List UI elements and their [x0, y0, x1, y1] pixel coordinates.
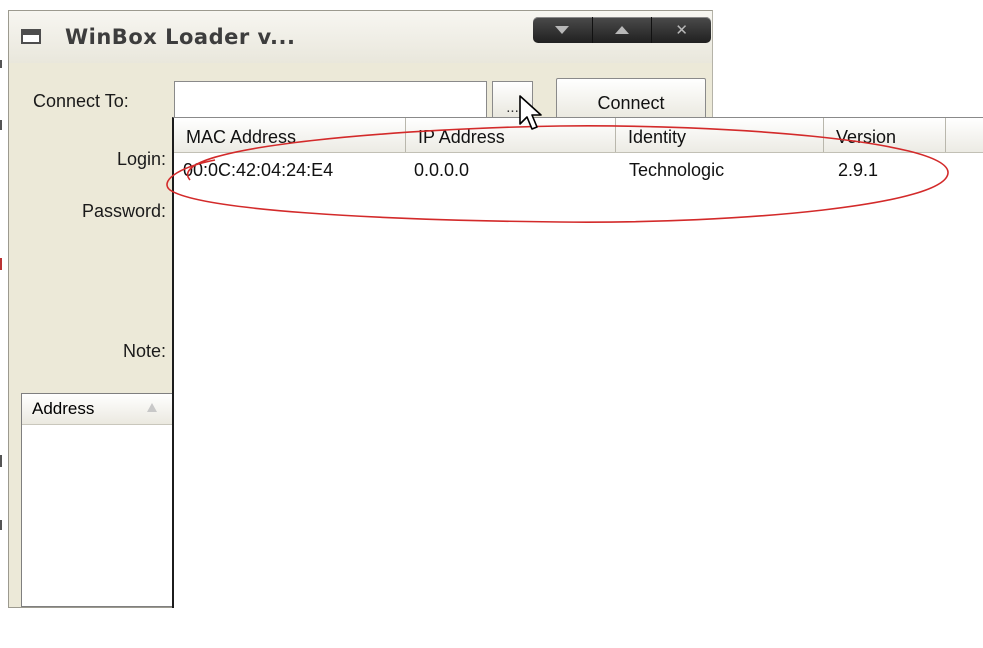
title-bar[interactable]: WinBox Loader v... ✕ — [9, 11, 712, 63]
minimize-icon — [555, 26, 570, 34]
column-header-ip-address[interactable]: IP Address — [406, 118, 616, 152]
column-header-version[interactable]: Version — [824, 118, 946, 152]
minimize-button[interactable] — [533, 17, 593, 43]
column-header-mac-address[interactable]: MAC Address — [174, 118, 406, 152]
column-header-identity[interactable]: Identity — [616, 118, 824, 152]
desktop-edge-mark — [0, 120, 2, 130]
password-label: Password: — [81, 201, 166, 221]
sort-ascending-icon — [147, 403, 157, 412]
neighbor-list-dropdown[interactable]: MAC Address IP Address Identity Version … — [172, 117, 983, 608]
desktop-edge-mark — [0, 258, 2, 270]
note-label: Note: — [122, 341, 166, 361]
window-icon — [21, 29, 41, 44]
screenshot-stage: WinBox Loader v... ✕ Connect To: ... Con… — [0, 0, 983, 648]
close-icon: ✕ — [675, 21, 688, 39]
row-mac-address: 00:0C:42:04:24:E4 — [183, 160, 334, 180]
desktop-edge-mark — [0, 60, 2, 68]
row-version: 2.9.1 — [838, 160, 879, 180]
neighbor-list-header: MAC Address IP Address Identity Version — [174, 118, 983, 153]
login-label: Login: — [116, 149, 166, 169]
desktop-edge-mark — [0, 455, 2, 467]
close-button[interactable]: ✕ — [652, 17, 711, 43]
desktop-edge-mark — [0, 520, 2, 530]
column-header-filler — [946, 118, 983, 152]
window-title: WinBox Loader v... — [65, 25, 296, 49]
row-identity: Technologic — [629, 160, 725, 180]
connect-to-label: Connect To: — [33, 91, 129, 111]
window-controls: ✕ — [533, 17, 711, 43]
maximize-icon — [615, 26, 629, 34]
row-ip-address: 0.0.0.0 — [414, 160, 470, 180]
address-column-label: Address — [32, 399, 95, 418]
maximize-button[interactable] — [593, 17, 653, 43]
